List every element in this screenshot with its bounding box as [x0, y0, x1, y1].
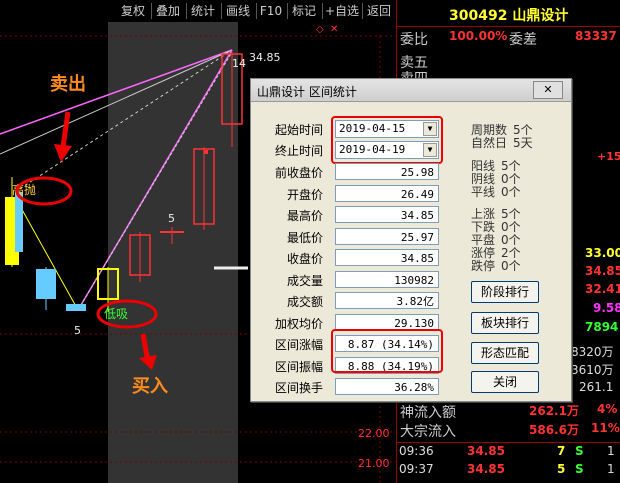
field-value: 34.85: [335, 206, 439, 223]
selected-range-shade: [108, 22, 238, 483]
field-value: 25.98: [335, 163, 439, 180]
candle-small: [66, 304, 86, 311]
toolbar-divider: [287, 3, 288, 19]
candle-cyan-2: [36, 269, 56, 299]
restore-rights-button[interactable]: 复权: [118, 2, 148, 20]
chart-toolbar: 复权 叠加 统计 画线 F10 标记 +自选 返回: [0, 0, 396, 22]
mark-button[interactable]: 标记: [289, 2, 319, 20]
block-trade-row: 大宗流入 586.6万 11%: [400, 421, 620, 440]
overlay-button[interactable]: 叠加: [153, 2, 183, 20]
stat-item: 跌停 0个: [471, 259, 521, 273]
quote-value: +15: [597, 150, 620, 163]
field-label: 区间换手: [274, 381, 323, 395]
candle-count-label: 5: [168, 212, 175, 225]
highlight-box: [331, 329, 443, 373]
close-button[interactable]: 关闭: [471, 371, 539, 393]
field-value: 130982: [335, 270, 439, 288]
pattern-match-button[interactable]: 形态匹配: [471, 342, 539, 364]
field-label: 成交量: [286, 273, 323, 288]
field-value: 26.49: [335, 184, 439, 202]
toolbar-divider: [151, 3, 152, 19]
high-marker-label: 14: [232, 57, 246, 70]
quote-value: 261.1: [579, 380, 614, 394]
close-icon[interactable]: ✕: [533, 81, 563, 99]
toolbar-divider: [221, 3, 222, 19]
field-label: 加权均价: [274, 316, 323, 331]
axis-label: 21.00: [358, 457, 390, 470]
f10-button[interactable]: F10: [258, 2, 284, 20]
toolbar-divider: [186, 3, 187, 19]
axis-label: 22.00: [358, 427, 390, 440]
field-value: 36.28%: [335, 378, 439, 395]
field-label: 开盘价: [286, 187, 323, 202]
toolbar-divider: [362, 3, 363, 19]
sector-ranking-button[interactable]: 板块排行: [471, 312, 539, 334]
stage-ranking-button[interactable]: 阶段排行: [471, 281, 539, 303]
divider: [397, 442, 620, 443]
field-value: 25.97: [335, 227, 439, 245]
sell-signal-label: 高抛: [12, 182, 36, 197]
dialog-title-bar[interactable]: 山鼎设计 区间统计 ✕: [251, 79, 571, 102]
stat-item: 平线 0个: [471, 185, 521, 199]
field-value: 29.130: [335, 313, 439, 331]
quote-value: 34.85: [585, 264, 620, 278]
field-label: 最低价: [286, 230, 323, 245]
buy-annotation: 买入: [132, 376, 168, 397]
stock-code-name: 300492 山鼎设计: [449, 8, 569, 24]
order-ratio-row: 委比 100.00% 委差 83337: [400, 29, 617, 48]
sell-annotation: 卖出: [50, 74, 86, 95]
dialog-title: 山鼎设计 区间统计: [257, 85, 357, 99]
stat-item: 自然日 5天: [471, 136, 533, 150]
quote-value: 9.58: [593, 301, 620, 315]
close-chart-icon[interactable]: ✕: [330, 24, 338, 35]
quote-value: 7894: [585, 320, 619, 334]
diamond-icon[interactable]: ◇: [316, 24, 324, 35]
toolbar-divider: [256, 3, 257, 19]
field-label: 收盘价: [286, 252, 323, 266]
highlight-box: [331, 116, 443, 164]
float-inflow-row: 神流入额 262.1万 4%: [400, 402, 618, 421]
high-price-label: 34.85: [249, 51, 281, 64]
quote-header: 300492 山鼎设计: [397, 0, 620, 27]
tick-row: 09:36 34.85 7 S 1: [399, 444, 615, 458]
buy-signal-label: 低吸: [104, 307, 128, 321]
quote-value: 33.00: [585, 246, 620, 260]
toolbar-divider: [322, 3, 323, 19]
field-value: 3.82亿: [335, 292, 439, 309]
end-time-label: 终止时间: [274, 144, 323, 158]
field-label: 成交额: [286, 295, 323, 309]
candle-cyan: [15, 192, 23, 252]
field-label: 最高价: [286, 209, 323, 223]
quote-value: 8320万: [571, 345, 614, 359]
draw-line-button[interactable]: 画线: [223, 2, 253, 20]
interval-stats-dialog: 山鼎设计 区间统计 ✕ 起始时间 2019-04-15 ▼ 终止时间 2019-0…: [250, 78, 572, 402]
field-label: 区间涨幅: [274, 338, 323, 352]
tick-row: 09:37 34.85 5 S 1: [399, 462, 615, 476]
back-button[interactable]: 返回: [364, 2, 394, 20]
field-label: 前收盘价: [274, 166, 323, 180]
field-value: 34.85: [335, 249, 439, 266]
quote-value: 3610万: [571, 363, 614, 377]
start-time-label: 起始时间: [274, 123, 323, 137]
quote-value: 32.41: [585, 282, 620, 296]
field-label: 区间振幅: [274, 359, 323, 374]
candle-count-label: 5: [74, 324, 81, 337]
add-watchlist-button[interactable]: +自选: [324, 2, 360, 20]
statistics-button[interactable]: 统计: [188, 2, 218, 20]
